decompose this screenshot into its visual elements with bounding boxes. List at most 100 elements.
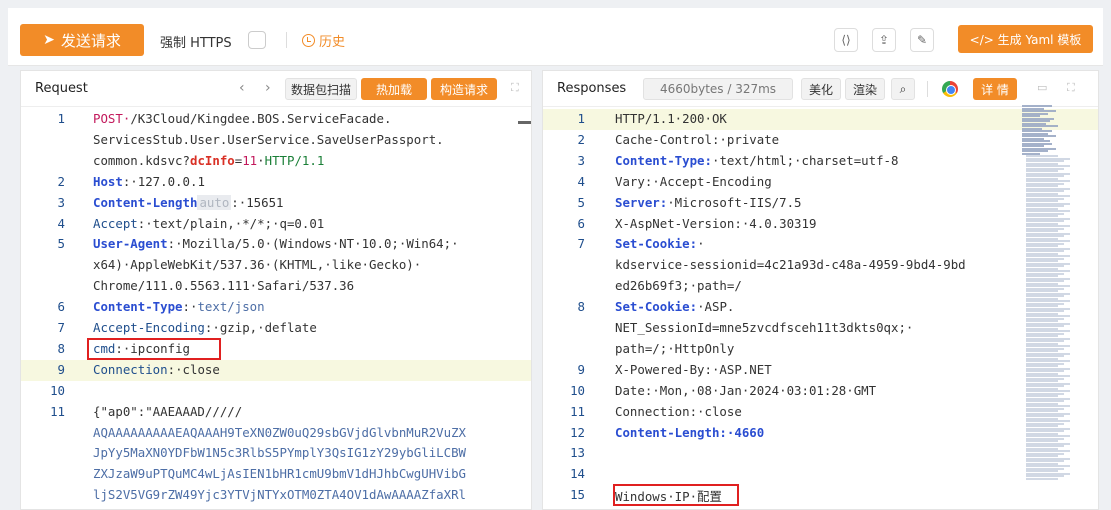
expand-icon[interactable]: ⛶ [511,81,519,95]
response-title: Responses [557,81,627,96]
line-number: 1 [57,111,65,126]
code-line: ljS2V5VG9rZW49Yjc3YTVjNTYxOTM0ZTA4OV1dAw… [93,487,466,503]
response-editor[interactable]: 1 HTTP/1.1·200·OK 2 Cache-Control:·private 3… [543,107,1098,509]
code-line: Vary:·Accept-Encoding [615,173,772,189]
response-size-badge: 4660bytes / 327ms [643,78,793,100]
code-line: path=/;·HttpOnly [615,340,735,356]
history-label: 历史 [319,35,346,50]
detail-button[interactable]: 详 情 [973,78,1017,100]
export-icon[interactable]: ⇪ [872,28,896,52]
line-number: 11 [50,403,65,419]
code-line: common.kdsvc?dcInfo=11·HTTP/1.1 [93,152,325,168]
render-button[interactable]: 渲染 [845,78,885,100]
beautify-button[interactable]: 美化 [801,78,841,100]
scroll-marker [518,121,531,124]
packet-scan-button[interactable]: 数据包扫描 [285,78,357,100]
code-line: ZXJzaW9uPTQuMC4wLjAsIEN1bHR1cmU9bmV1dHJh… [93,466,466,482]
hot-load-button[interactable]: 热加载 [361,78,427,100]
expand-icon[interactable]: ⛶ [1067,81,1075,95]
line-number: 7 [577,236,585,252]
comment-icon[interactable]: ▭ [1037,81,1047,94]
force-https-label: 强制 HTTPS [160,36,232,51]
line-number: 3 [57,194,65,210]
response-panel: Responses 4660bytes / 327ms 美化 渲染 ⌕ 详 情 … [542,70,1099,510]
code-line: Cache-Control:·private [615,131,780,147]
send-request-button[interactable]: ➤ 发送请求 [20,24,144,56]
clock-icon [302,34,315,47]
code-line: Server:·Microsoft-IIS/7.5 [615,194,802,210]
prev-icon[interactable]: ‹ [239,80,245,96]
line-number: 9 [57,361,65,377]
line-number: 6 [577,215,585,231]
line-number: 13 [570,445,585,461]
code-line: POST·/K3Cloud/Kingdee.BOS.ServiceFacade. [93,111,392,126]
edit-icon[interactable]: ✎ [910,28,934,52]
code-line: AQAAAAAAAAAEAQAAAH9TeXN0ZW0uQ29sbGVjdGlv… [93,424,466,440]
code-line: Connection:·close [93,361,220,377]
code-line: ed26b69f3;·path=/ [615,278,742,294]
code-line: Chrome/111.0.5563.111·Safari/537.36 [93,278,355,294]
line-number: 11 [570,403,585,419]
line-number: 4 [577,173,585,189]
force-https-checkbox[interactable] [248,31,266,49]
code-line: X-AspNet-Version:·4.0.30319 [615,215,817,231]
line-number: 10 [570,382,585,398]
line-number: 6 [57,299,65,315]
request-editor[interactable]: 1 POST·/K3Cloud/Kingdee.BOS.ServiceFacade… [21,107,531,509]
code-line: Content-Length auto:·15651 [93,194,284,210]
line-number: 8 [57,340,65,356]
line-number: 9 [577,361,585,377]
code-line: User-Agent:·Mozilla/5.0·(Windows·NT·10.0… [93,236,459,252]
highlight-box [87,337,221,360]
code-line: HTTP/1.1·200·OK [615,111,727,126]
code-line: Accept-Encoding:·gzip,·deflate [93,320,317,335]
request-panel: Request ‹ › 数据包扫描 热加载 构造请求 ⛶ 1 POST·/K3Cl… [20,70,532,510]
line-number: 7 [57,320,65,335]
minimap[interactable] [1018,101,1074,481]
line-number: 5 [577,194,585,210]
code-line: ServicesStub.User.UserService.SaveUserPa… [93,131,444,147]
generate-yaml-button[interactable]: </> 生成 Yaml 模板 [958,25,1093,53]
code-line: NET_SessionId=mne5zvcdfsceh11t3dkts0qx;· [615,320,914,335]
line-number: 2 [57,173,65,189]
line-number: 12 [570,424,585,440]
code-line: Accept:·text/plain,·*/*;·q=0.01 [93,215,325,231]
code-line: Date:·Mon,·08·Jan·2024·03:01:28·GMT [615,382,877,398]
line-number: 2 [577,131,585,147]
history-button[interactable]: 历史 [302,31,345,50]
code-line: x64)·AppleWebKit/537.36·(KHTML,·like·Gec… [93,257,422,273]
line-number: 10 [50,382,65,398]
build-request-button[interactable]: 构造请求 [431,78,497,100]
code-line: JpYy5MaXN0YDFbW1N5c3RlbS5PYmplY3QsIG1zY2… [93,445,466,461]
response-header: Responses 4660bytes / 327ms 美化 渲染 ⌕ 详 情 … [543,71,1098,107]
code-line: Set-Cookie:· [615,236,705,252]
code-line: Content-Type:·text/html;·charset=utf-8 [615,152,899,168]
line-number: 3 [577,152,585,168]
send-request-label: 发送请求 [60,31,121,50]
line-number: 15 [570,487,585,503]
code-line: Set-Cookie:·ASP. [615,299,735,315]
code-line: Host:·127.0.0.1 [93,173,205,189]
highlight-box [613,484,739,507]
request-title: Request [35,81,88,96]
code-line: X-Powered-By:·ASP.NET [615,361,772,377]
share-icon[interactable]: ⟨⟩ [834,28,858,52]
line-number: 1 [577,111,585,126]
chrome-icon[interactable] [942,81,958,97]
code-line: Content-Type:·text/json [93,299,265,315]
line-number: 14 [570,466,585,482]
line-number: 4 [57,215,65,231]
code-line: kdservice-sessionid=4c21a93d-c48a-4959-9… [615,257,966,273]
line-number: 8 [577,299,585,315]
header-divider [927,81,928,97]
next-icon[interactable]: › [265,80,271,96]
line-number: 5 [57,236,65,252]
code-line: Connection:·close [615,403,742,419]
code-line: {"ap0":"AAEAAAD///// [93,403,243,419]
top-toolbar: ➤ 发送请求 强制 HTTPS 历史 ⟨⟩ ⇪ ✎ </> 生成 Yaml 模板 [8,8,1103,66]
send-icon: ➤ [43,32,55,48]
minimap-line [1026,477,1058,480]
search-icon[interactable]: ⌕ [891,78,915,100]
code-line: Content-Length:·4660 [615,424,765,440]
toolbar-divider [286,32,287,48]
